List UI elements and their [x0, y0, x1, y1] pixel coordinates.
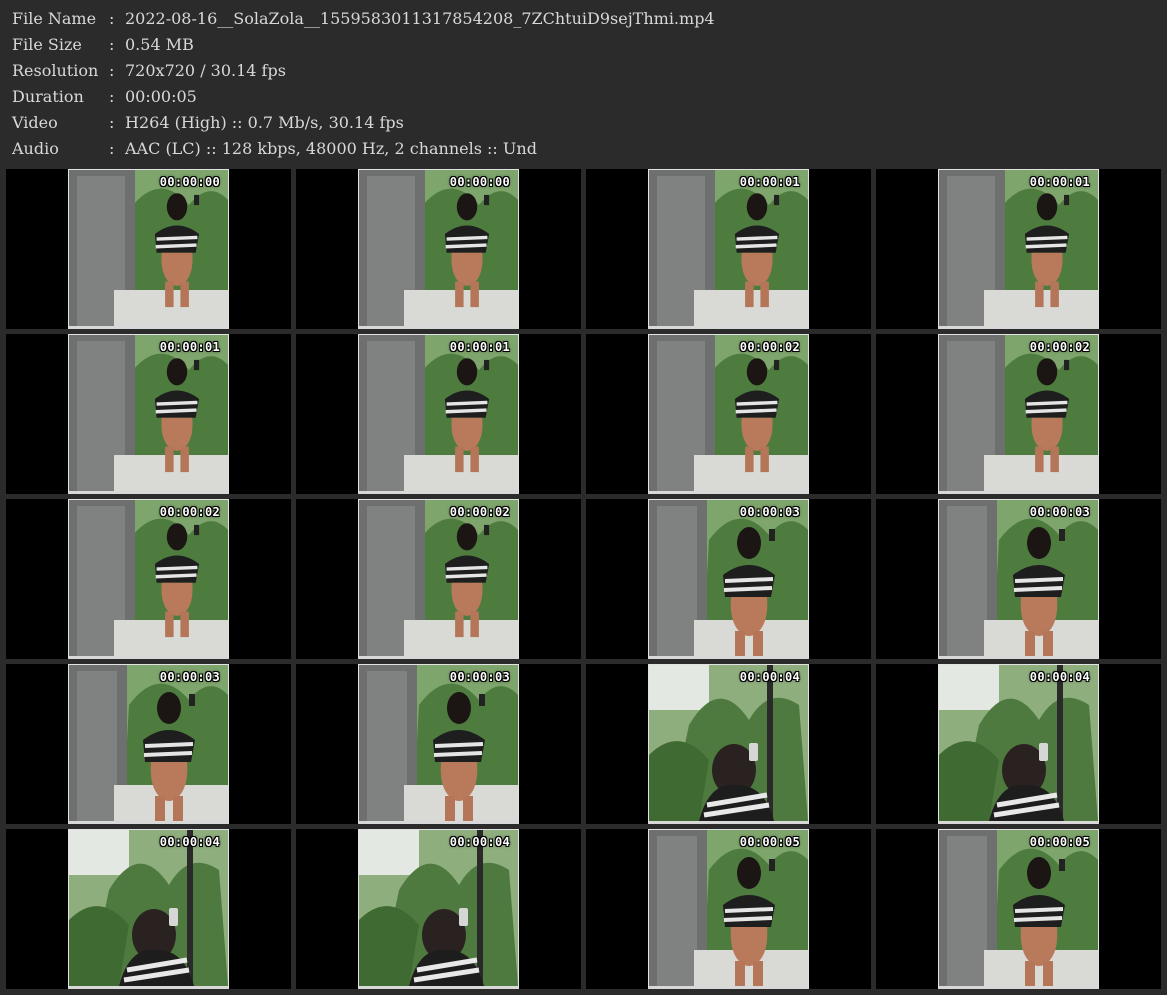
thumbnail-cell: 00:00:02: [296, 499, 581, 659]
thumbnail-timestamp: 00:00:00: [449, 175, 510, 189]
info-key: Duration: [12, 87, 84, 106]
thumbnail-timestamp: 00:00:04: [739, 670, 800, 684]
info-key: Video: [12, 113, 58, 132]
video-frame-thumbnail: 00:00:00: [68, 169, 229, 329]
info-key: Resolution: [12, 61, 99, 80]
thumbnail-timestamp: 00:00:03: [159, 670, 220, 684]
video-frame-thumbnail: 00:00:02: [938, 334, 1099, 494]
thumbnail-timestamp: 00:00:01: [1029, 175, 1090, 189]
thumbnail-timestamp: 00:00:03: [449, 670, 510, 684]
video-frame-thumbnail: 00:00:01: [68, 334, 229, 494]
thumbnail-cell: 00:00:01: [876, 169, 1161, 329]
video-frame-thumbnail: 00:00:01: [358, 334, 519, 494]
thumbnail-cell: 00:00:02: [6, 499, 291, 659]
info-separator: :: [109, 113, 115, 132]
info-value: AAC (LC) :: 128 kbps, 48000 Hz, 2 channe…: [125, 139, 537, 158]
info-value: 720x720 / 30.14 fps: [125, 61, 286, 80]
thumbnail-timestamp: 00:00:04: [159, 835, 220, 849]
video-frame-thumbnail: 00:00:05: [938, 829, 1099, 989]
video-frame-thumbnail: 00:00:03: [938, 499, 1099, 659]
thumbnail-cell: 00:00:02: [586, 334, 871, 494]
thumbnail-cell: 00:00:02: [876, 334, 1161, 494]
thumbnail-cell: 00:00:05: [586, 829, 871, 989]
info-key: File Size: [12, 35, 82, 54]
video-frame-thumbnail: 00:00:02: [648, 334, 809, 494]
video-frame-thumbnail: 00:00:04: [358, 829, 519, 989]
thumbnail-timestamp: 00:00:02: [159, 505, 220, 519]
info-value: 0.54 MB: [125, 35, 194, 54]
thumbnail-cell: 00:00:03: [876, 499, 1161, 659]
thumbnail-timestamp: 00:00:02: [739, 340, 800, 354]
thumbnail-cell: 00:00:05: [876, 829, 1161, 989]
thumbnail-cell: 00:00:01: [586, 169, 871, 329]
thumbnail-cell: 00:00:03: [296, 664, 581, 824]
thumbnail-cell: 00:00:04: [296, 829, 581, 989]
thumbnail-timestamp: 00:00:02: [1029, 340, 1090, 354]
thumbnail-timestamp: 00:00:01: [449, 340, 510, 354]
info-value: 00:00:05: [125, 87, 197, 106]
thumbnail-timestamp: 00:00:04: [449, 835, 510, 849]
thumbnail-cell: 00:00:01: [6, 334, 291, 494]
info-separator: :: [109, 9, 115, 28]
video-frame-thumbnail: 00:00:00: [358, 169, 519, 329]
video-frame-thumbnail: 00:00:02: [358, 499, 519, 659]
video-frame-thumbnail: 00:00:04: [648, 664, 809, 824]
video-frame-thumbnail: 00:00:01: [648, 169, 809, 329]
video-frame-thumbnail: 00:00:03: [358, 664, 519, 824]
video-frame-thumbnail: 00:00:04: [938, 664, 1099, 824]
video-frame-thumbnail: 00:00:03: [648, 499, 809, 659]
thumbnail-cell: 00:00:04: [6, 829, 291, 989]
thumbnail-timestamp: 00:00:03: [1029, 505, 1090, 519]
video-frame-thumbnail: 00:00:03: [68, 664, 229, 824]
thumbnail-timestamp: 00:00:03: [739, 505, 800, 519]
thumbnail-cell: 00:00:00: [6, 169, 291, 329]
video-frame-thumbnail: 00:00:02: [68, 499, 229, 659]
video-frame-thumbnail: 00:00:04: [68, 829, 229, 989]
thumbnail-grid: 00:00:00 00:00:00 00:00:01 00:00:01 00:00:01…: [6, 169, 1162, 992]
info-separator: :: [109, 35, 115, 54]
info-key: File Name: [12, 9, 97, 28]
thumbnail-timestamp: 00:00:05: [739, 835, 800, 849]
media-info-panel: File Name : 2022-08-16__SolaZola__155958…: [12, 6, 1152, 166]
info-separator: :: [109, 87, 115, 106]
thumbnail-cell: 00:00:01: [296, 334, 581, 494]
thumbnail-cell: 00:00:03: [586, 499, 871, 659]
info-separator: :: [109, 61, 115, 80]
thumbnail-cell: 00:00:03: [6, 664, 291, 824]
video-frame-thumbnail: 00:00:01: [938, 169, 1099, 329]
info-separator: :: [109, 139, 115, 158]
thumbnail-cell: 00:00:04: [586, 664, 871, 824]
thumbnail-timestamp: 00:00:01: [159, 340, 220, 354]
video-frame-thumbnail: 00:00:05: [648, 829, 809, 989]
thumbnail-timestamp: 00:00:05: [1029, 835, 1090, 849]
info-value: 2022-08-16__SolaZola__155958301131785420…: [125, 9, 715, 28]
info-value: H264 (High) :: 0.7 Mb/s, 30.14 fps: [125, 113, 404, 132]
info-key: Audio: [12, 139, 59, 158]
thumbnail-timestamp: 00:00:04: [1029, 670, 1090, 684]
thumbnail-cell: 00:00:04: [876, 664, 1161, 824]
thumbnail-timestamp: 00:00:02: [449, 505, 510, 519]
contact-sheet: File Name : 2022-08-16__SolaZola__155958…: [0, 0, 1167, 995]
thumbnail-cell: 00:00:00: [296, 169, 581, 329]
thumbnail-timestamp: 00:00:00: [159, 175, 220, 189]
thumbnail-timestamp: 00:00:01: [739, 175, 800, 189]
